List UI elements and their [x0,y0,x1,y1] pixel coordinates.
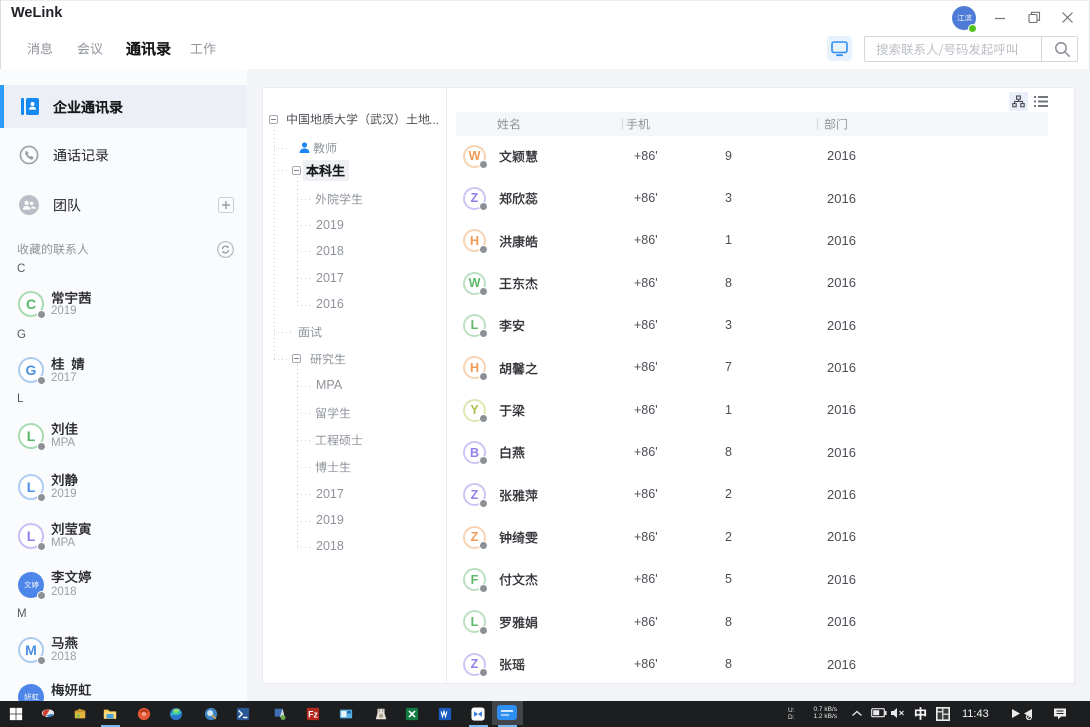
svg-text:Fz: Fz [308,710,318,720]
